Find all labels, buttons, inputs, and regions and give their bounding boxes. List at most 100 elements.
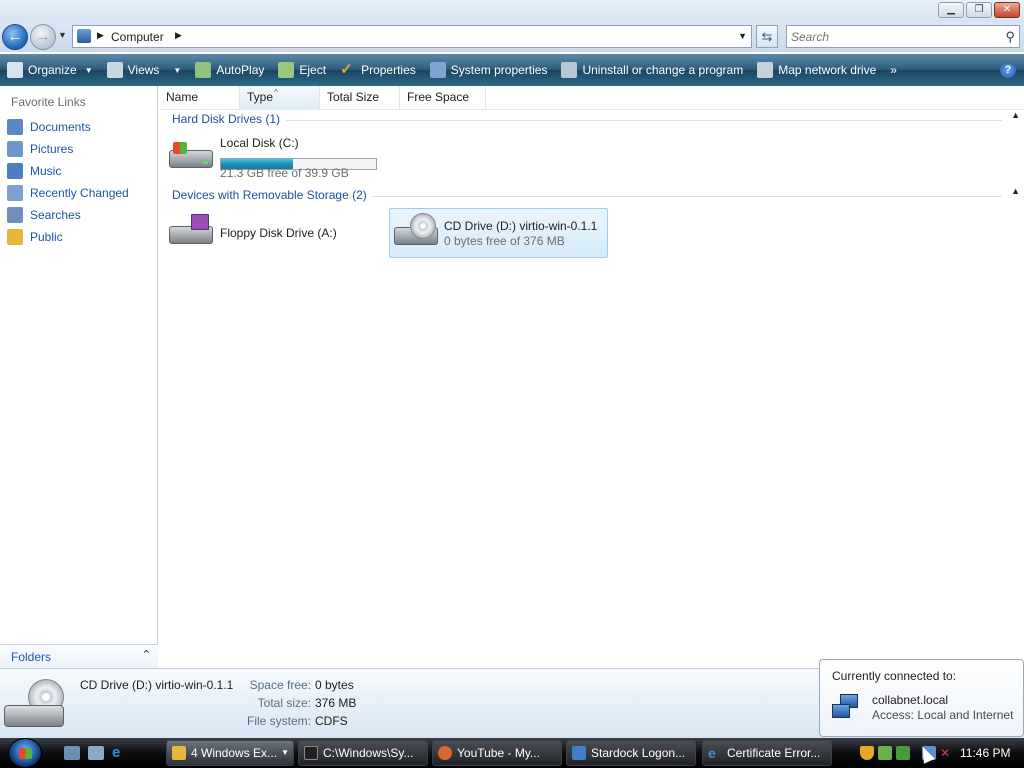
documents-icon (7, 119, 23, 135)
search-input[interactable] (791, 27, 991, 47)
favorite-link-pictures[interactable]: Pictures (0, 138, 158, 160)
column-header-type[interactable]: Type ^ (240, 86, 320, 110)
taskbar-button-stardock-logon[interactable]: Stardock Logon... (566, 740, 696, 766)
back-button[interactable]: ← (2, 24, 28, 50)
favorite-link-documents[interactable]: Documents (0, 116, 158, 138)
autoplay-label: AutoPlay (216, 63, 265, 77)
windows-defender-icon[interactable] (896, 746, 910, 760)
sort-ascending-icon: ^ (274, 88, 278, 97)
organize-button[interactable]: Organize ▼ (0, 54, 100, 86)
views-icon (106, 62, 123, 78)
favorite-link-music[interactable]: Music (0, 160, 158, 182)
network-notification-balloon[interactable]: Currently connected to: collabnet.local … (819, 659, 1024, 737)
favorite-links-list: Documents Pictures Music Recently Change… (0, 116, 158, 248)
taskbar-button-windows-explorer[interactable]: 4 Windows Ex... ▼ (166, 740, 294, 766)
chevron-up-icon[interactable]: ▲ (1011, 110, 1020, 120)
floppy-disk-icon (191, 214, 209, 230)
drive-name: Floppy Disk Drive (A:) (220, 226, 337, 240)
properties-button[interactable]: ✓ Properties (333, 54, 423, 86)
file-list-pane: Name Type ^ Total Size Free Space Hard Di… (159, 86, 1024, 668)
network-access: Access: Local and Internet (872, 708, 1014, 722)
recent-pages-dropdown-icon[interactable]: ▼ (58, 30, 67, 40)
column-header-label: Free Space (407, 90, 470, 104)
internet-explorer-icon: e (708, 745, 716, 761)
group-header-hard-disk-drives[interactable]: Hard Disk Drives (1) ▲ (172, 110, 1020, 130)
folders-toggle[interactable]: Folders ⌃ (0, 644, 158, 668)
autoplay-button[interactable]: AutoPlay (188, 54, 271, 86)
chevron-up-icon[interactable]: ▲ (1011, 186, 1020, 196)
volume-muted-icon[interactable]: ✕ (940, 746, 954, 760)
details-value: 376 MB (315, 696, 357, 710)
breadcrumb-computer[interactable]: Computer (111, 30, 164, 44)
clock[interactable]: 11:46 PM (960, 746, 1010, 760)
floppy-drive-icon (167, 212, 213, 246)
column-header-free-space[interactable]: Free Space (400, 86, 486, 110)
search-icon[interactable]: ⚲ (1005, 29, 1015, 45)
network-name: collabnet.local (872, 693, 949, 707)
group-divider (172, 120, 1002, 121)
chevron-down-icon: ▼ (281, 748, 289, 757)
forward-button[interactable]: → (30, 24, 56, 50)
column-header-name[interactable]: Name (159, 86, 240, 110)
breadcrumb-separator-icon[interactable]: ▶ (175, 30, 182, 41)
group-header-removable-storage[interactable]: Devices with Removable Storage (2) ▲ (172, 186, 1020, 206)
uninstall-program-button[interactable]: Uninstall or change a program (554, 54, 750, 86)
navigation-bar: ← → ▼ ▶ Computer ▶ ▼ ⇆ ⚲ (0, 22, 1024, 52)
drive-cd-d[interactable]: CD Drive (D:) virtio-win-0.1.1 0 bytes f… (389, 208, 608, 258)
details-label: File system: (246, 714, 311, 728)
taskbar-button-label: Stardock Logon... (591, 746, 686, 760)
sync-icon[interactable] (878, 746, 892, 760)
start-button[interactable] (8, 738, 42, 768)
column-header-total-size[interactable]: Total Size (320, 86, 400, 110)
eject-button[interactable]: Eject (271, 54, 333, 86)
window-controls: ▁ ❐ ✕ (938, 2, 1020, 18)
drive-local-disk-c[interactable]: Local Disk (C:) 21.3 GB free of 39.9 GB (167, 136, 387, 180)
address-dropdown-icon[interactable]: ▼ (738, 31, 747, 41)
details-item-name: CD Drive (D:) virtio-win-0.1.1 (80, 678, 234, 692)
search-box[interactable]: ⚲ (786, 25, 1020, 48)
map-network-drive-button[interactable]: Map network drive (750, 54, 883, 86)
eject-icon (278, 62, 295, 78)
cd-drive-icon (4, 679, 68, 731)
refresh-button[interactable]: ⇆ (756, 25, 778, 48)
security-shield-icon[interactable] (860, 746, 874, 760)
more-commands-button[interactable]: » (883, 54, 904, 86)
address-bar[interactable]: ▶ Computer ▶ ▼ (72, 25, 752, 48)
close-button[interactable]: ✕ (994, 2, 1020, 18)
pictures-icon (7, 141, 23, 157)
favorite-link-searches[interactable]: Searches (0, 204, 158, 226)
taskbar-button-youtube[interactable]: YouTube - My... (432, 740, 562, 766)
drive-floppy-a[interactable]: Floppy Disk Drive (A:) (167, 212, 377, 256)
favorite-link-label: Recently Changed (30, 186, 129, 200)
internet-explorer-icon[interactable]: e (112, 745, 128, 760)
help-icon[interactable]: ? (1000, 62, 1016, 78)
column-headers: Name Type ^ Total Size Free Space (159, 86, 1024, 110)
group-title: Devices with Removable Storage (2) (172, 188, 373, 202)
details-label: Total size: (257, 696, 311, 710)
system-properties-button[interactable]: System properties (423, 54, 555, 86)
taskbar: e 4 Windows Ex... ▼ C:\Windows\Sy... You… (0, 738, 1024, 768)
drive-name: Local Disk (C:) (220, 136, 299, 150)
windows-logo-icon (19, 748, 32, 759)
views-button[interactable]: Views ▼ (100, 54, 189, 86)
favorite-link-public[interactable]: Public (0, 226, 158, 248)
eject-label: Eject (299, 63, 327, 77)
show-desktop-icon[interactable] (64, 746, 80, 760)
column-header-label: Total Size (327, 90, 380, 104)
group-title: Hard Disk Drives (1) (172, 112, 287, 126)
drive-name: CD Drive (D:) virtio-win-0.1.1 (444, 219, 598, 233)
firefox-icon (438, 746, 452, 760)
taskbar-button-command-prompt[interactable]: C:\Windows\Sy... (298, 740, 428, 766)
folders-label: Folders (11, 650, 52, 664)
favorite-link-recently-changed[interactable]: Recently Changed (0, 182, 158, 204)
switch-windows-icon[interactable] (88, 746, 104, 760)
minimize-button[interactable]: ▁ (938, 2, 964, 18)
network-drive-icon (757, 62, 774, 78)
chevron-up-icon: ⌃ (141, 649, 151, 661)
taskbar-button-certificate-error[interactable]: e Certificate Error... (702, 740, 832, 766)
chevron-down-icon: ▼ (84, 65, 93, 75)
maximize-button[interactable]: ❐ (966, 2, 992, 18)
breadcrumb-separator-icon[interactable]: ▶ (97, 30, 104, 41)
details-value: CDFS (315, 714, 348, 728)
command-bar: Organize ▼ Views ▼ AutoPlay Eject ✓ Propert… (0, 54, 1024, 86)
